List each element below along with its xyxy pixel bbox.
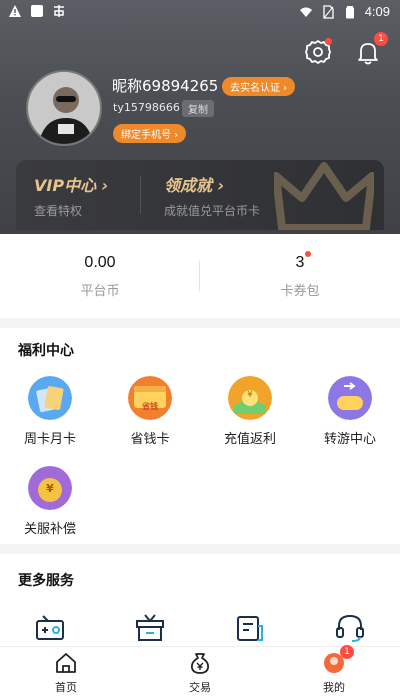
tab-home-label: 首页 [55, 681, 77, 694]
achievements-entry[interactable]: 领成就 › 成就值兑平台币卡 [164, 172, 260, 219]
coupon-red-dot [305, 251, 311, 257]
gift-box-icon[interactable] [134, 612, 166, 644]
vip-center-subtitle: 查看特权 [34, 204, 83, 218]
crown-icon [274, 162, 374, 230]
clock: 4:09 [364, 4, 390, 19]
coupon-wallet-label: 卡券包 [280, 284, 320, 299]
bottom-tab-bar: 首页 交易 1 我的 [0, 645, 400, 700]
save-money-card-label: 省钱卡 [130, 432, 170, 447]
save-money-card-item[interactable]: 省钱 省钱卡 [100, 376, 200, 447]
wifi-icon [299, 7, 312, 17]
achievements-title: 领成就 › [164, 176, 225, 195]
profile-tab-badge: 1 [340, 645, 354, 659]
welfare-title: 福利中心 [18, 343, 74, 359]
document-icon[interactable] [234, 612, 266, 644]
profile-header: 4:09 1 昵称69894265 去实名认证 › ty15798666 复制 … [0, 0, 400, 234]
vip-center-entry[interactable]: VIP中心 › 查看特权 [34, 172, 108, 219]
sim-icon [323, 4, 334, 19]
weekly-card-icon [28, 376, 72, 420]
platform-coin-stat[interactable]: 0.00 平台币 [0, 254, 200, 299]
status-bar: 4:09 [0, 0, 400, 24]
rebate-coin-symbol: ¥ [247, 390, 253, 400]
welfare-center: 福利中心 周卡月卡 省钱 省钱卡 ¥ 充值返利 转游中心 ¥ 关服补偿 [0, 328, 400, 544]
shutdown-compensation-label: 关服补偿 [23, 522, 76, 537]
tab-profile-label: 我的 [323, 681, 345, 694]
vip-divider [140, 176, 141, 214]
weekly-card-item[interactable]: 周卡月卡 [0, 376, 100, 447]
avatar-image [28, 72, 100, 144]
compensation-coin-symbol: ¥ [46, 482, 54, 495]
achievements-subtitle: 成就值兑平台币卡 [164, 204, 261, 218]
nickname: 昵称69894265 [112, 77, 219, 95]
realname-verify-button[interactable]: 去实名认证 › [222, 77, 296, 96]
battery-icon [345, 5, 354, 18]
game-transfer-item[interactable]: 转游中心 [300, 376, 400, 447]
coupon-wallet-stat[interactable]: 3 卡券包 [200, 254, 400, 299]
avatar[interactable] [26, 70, 102, 146]
tab-trade[interactable]: 交易 [160, 651, 240, 695]
more-services-title: 更多服务 [18, 573, 74, 589]
save-money-card-icon [128, 376, 172, 420]
game-transfer-label: 转游中心 [323, 432, 376, 447]
radio-icon[interactable] [34, 612, 66, 644]
notifications-button[interactable]: 1 [354, 32, 388, 66]
shutdown-compensation-item[interactable]: ¥ 关服补偿 [0, 466, 100, 537]
more-services: 更多服务 [0, 554, 400, 646]
vip-center-title: VIP中心 › [34, 176, 109, 195]
money-bag-icon [190, 653, 210, 674]
game-transfer-icon [328, 376, 372, 420]
vip-card: VIP中心 › 查看特权 领成就 › 成就值兑平台币卡 [16, 160, 384, 230]
square-icon [31, 5, 43, 17]
coupon-wallet-value: 3 [295, 254, 305, 271]
platform-coin-label: 平台币 [80, 284, 120, 299]
warning-icon [9, 5, 21, 17]
recharge-rebate-label: 充值返利 [223, 432, 276, 447]
tab-home[interactable]: 首页 [26, 651, 106, 695]
platform-coin-value: 0.00 [84, 254, 116, 271]
recharge-rebate-item[interactable]: ¥ 充值返利 [200, 376, 300, 447]
settings-red-dot [325, 38, 332, 45]
bind-phone-button[interactable]: 绑定手机号 › [113, 124, 187, 143]
notification-badge: 1 [374, 32, 388, 46]
settings-button[interactable] [304, 38, 332, 66]
headset-icon[interactable] [334, 612, 366, 644]
home-icon [56, 653, 76, 673]
wallet-stats: 0.00 平台币 3 卡券包 [0, 234, 400, 318]
copy-button[interactable]: 复制 [182, 100, 214, 117]
app-icon [54, 5, 64, 17]
tab-profile[interactable]: 1 我的 [294, 645, 374, 695]
user-id: ty15798666 [113, 101, 180, 114]
profile-tab-icon-wrap: 1 [322, 645, 354, 675]
weekly-card-label: 周卡月卡 [23, 432, 76, 447]
tab-trade-label: 交易 [189, 681, 211, 694]
save-money-card-text: 省钱 [142, 402, 158, 411]
